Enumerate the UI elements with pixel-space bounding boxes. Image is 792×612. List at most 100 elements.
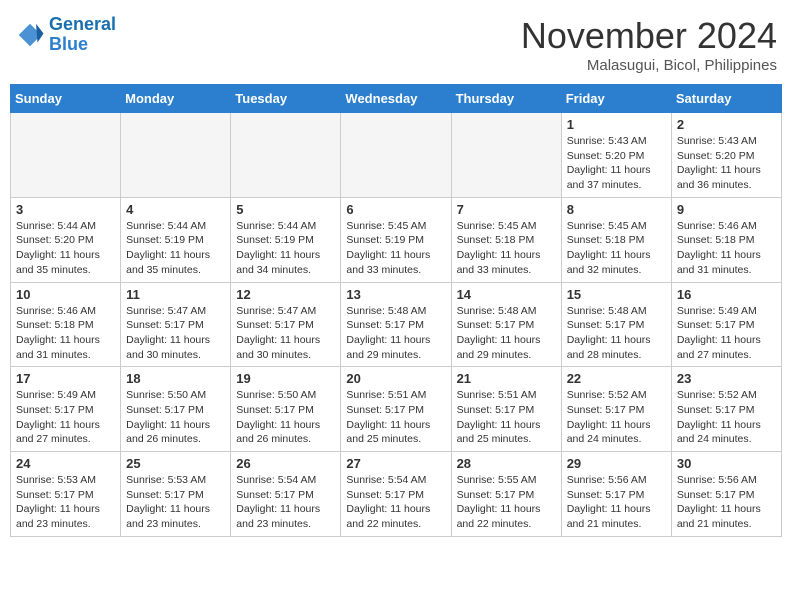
calendar-table: SundayMondayTuesdayWednesdayThursdayFrid… xyxy=(10,84,782,537)
calendar-cell: 22 Sunrise: 5:52 AMSunset: 5:17 PMDayligh… xyxy=(561,367,671,452)
calendar-cell: 12 Sunrise: 5:47 AMSunset: 5:17 PMDayligh… xyxy=(231,282,341,367)
calendar-cell: 19 Sunrise: 5:50 AMSunset: 5:17 PMDayligh… xyxy=(231,367,341,452)
day-info: Sunrise: 5:51 AMSunset: 5:17 PMDaylight:… xyxy=(457,388,556,447)
day-number: 10 xyxy=(16,287,115,302)
day-number: 20 xyxy=(346,371,445,386)
day-info: Sunrise: 5:55 AMSunset: 5:17 PMDaylight:… xyxy=(457,473,556,532)
calendar-cell: 30 Sunrise: 5:56 AMSunset: 5:17 PMDayligh… xyxy=(671,452,781,537)
calendar-cell: 25 Sunrise: 5:53 AMSunset: 5:17 PMDayligh… xyxy=(121,452,231,537)
calendar-week-1: 1 Sunrise: 5:43 AMSunset: 5:20 PMDaylight… xyxy=(11,113,782,198)
day-header-friday: Friday xyxy=(561,85,671,113)
day-number: 25 xyxy=(126,456,225,471)
calendar-cell: 26Sunrise: 5:54 AMSunset: 5:17 PMDayligh… xyxy=(231,452,341,537)
day-info: Sunrise: 5:45 AMSunset: 5:18 PMDaylight:… xyxy=(567,219,666,278)
day-info: Sunrise: 5:47 AMSunset: 5:17 PMDaylight:… xyxy=(236,304,335,363)
calendar-cell: 23 Sunrise: 5:52 AMSunset: 5:17 PMDayligh… xyxy=(671,367,781,452)
day-info: Sunrise: 5:43 AMSunset: 5:20 PMDaylight:… xyxy=(677,134,776,193)
day-info: Sunrise: 5:56 AMSunset: 5:17 PMDaylight:… xyxy=(677,473,776,532)
day-number: 8 xyxy=(567,202,666,217)
day-number: 12 xyxy=(236,287,335,302)
calendar-cell: 4 Sunrise: 5:44 AMSunset: 5:19 PMDaylight… xyxy=(121,197,231,282)
day-number: 7 xyxy=(457,202,556,217)
day-info: Sunrise: 5:46 AMSunset: 5:18 PMDaylight:… xyxy=(16,304,115,363)
day-info: Sunrise: 5:48 AMSunset: 5:17 PMDaylight:… xyxy=(567,304,666,363)
calendar-cell xyxy=(11,113,121,198)
day-info: Sunrise: 5:52 AMSunset: 5:17 PMDaylight:… xyxy=(567,388,666,447)
calendar-week-2: 3 Sunrise: 5:44 AMSunset: 5:20 PMDaylight… xyxy=(11,197,782,282)
day-number: 5 xyxy=(236,202,335,217)
calendar-cell: 2 Sunrise: 5:43 AMSunset: 5:20 PMDaylight… xyxy=(671,113,781,198)
day-number: 3 xyxy=(16,202,115,217)
calendar-cell: 16 Sunrise: 5:49 AMSunset: 5:17 PMDayligh… xyxy=(671,282,781,367)
day-number: 19 xyxy=(236,371,335,386)
day-info: Sunrise: 5:47 AMSunset: 5:17 PMDaylight:… xyxy=(126,304,225,363)
month-title: November 2024 xyxy=(521,15,777,57)
calendar-cell: 10 Sunrise: 5:46 AMSunset: 5:18 PMDayligh… xyxy=(11,282,121,367)
day-number: 6 xyxy=(346,202,445,217)
day-number: 2 xyxy=(677,117,776,132)
calendar-cell: 13Sunrise: 5:48 AMSunset: 5:17 PMDayligh… xyxy=(341,282,451,367)
day-number: 11 xyxy=(126,287,225,302)
day-number: 21 xyxy=(457,371,556,386)
day-number: 14 xyxy=(457,287,556,302)
day-info: Sunrise: 5:54 AMSunset: 5:17 PMDaylight:… xyxy=(346,473,445,532)
calendar-cell: 9Sunrise: 5:46 AMSunset: 5:18 PMDaylight… xyxy=(671,197,781,282)
day-info: Sunrise: 5:53 AMSunset: 5:17 PMDaylight:… xyxy=(126,473,225,532)
day-number: 1 xyxy=(567,117,666,132)
calendar-cell: 11 Sunrise: 5:47 AMSunset: 5:17 PMDayligh… xyxy=(121,282,231,367)
day-info: Sunrise: 5:52 AMSunset: 5:17 PMDaylight:… xyxy=(677,388,776,447)
calendar-cell: 20Sunrise: 5:51 AMSunset: 5:17 PMDayligh… xyxy=(341,367,451,452)
day-number: 27 xyxy=(346,456,445,471)
day-info: Sunrise: 5:44 AMSunset: 5:20 PMDaylight:… xyxy=(16,219,115,278)
calendar-cell: 17 Sunrise: 5:49 AMSunset: 5:17 PMDayligh… xyxy=(11,367,121,452)
day-info: Sunrise: 5:48 AMSunset: 5:17 PMDaylight:… xyxy=(457,304,556,363)
day-info: Sunrise: 5:56 AMSunset: 5:17 PMDaylight:… xyxy=(567,473,666,532)
day-number: 22 xyxy=(567,371,666,386)
calendar-cell: 27 Sunrise: 5:54 AMSunset: 5:17 PMDayligh… xyxy=(341,452,451,537)
calendar-cell xyxy=(341,113,451,198)
logo-icon xyxy=(15,20,45,50)
day-info: Sunrise: 5:50 AMSunset: 5:17 PMDaylight:… xyxy=(126,388,225,447)
calendar-cell: 14 Sunrise: 5:48 AMSunset: 5:17 PMDayligh… xyxy=(451,282,561,367)
day-info: Sunrise: 5:45 AMSunset: 5:19 PMDaylight:… xyxy=(346,219,445,278)
day-number: 23 xyxy=(677,371,776,386)
calendar-cell: 21 Sunrise: 5:51 AMSunset: 5:17 PMDayligh… xyxy=(451,367,561,452)
logo: General Blue xyxy=(15,15,116,55)
day-info: Sunrise: 5:44 AMSunset: 5:19 PMDaylight:… xyxy=(236,219,335,278)
day-info: Sunrise: 5:49 AMSunset: 5:17 PMDaylight:… xyxy=(677,304,776,363)
calendar-cell: 18Sunrise: 5:50 AMSunset: 5:17 PMDayligh… xyxy=(121,367,231,452)
day-header-saturday: Saturday xyxy=(671,85,781,113)
day-number: 28 xyxy=(457,456,556,471)
title-block: November 2024 Malasugui, Bicol, Philippi… xyxy=(521,15,777,74)
day-info: Sunrise: 5:45 AMSunset: 5:18 PMDaylight:… xyxy=(457,219,556,278)
calendar-cell: 24Sunrise: 5:53 AMSunset: 5:17 PMDayligh… xyxy=(11,452,121,537)
calendar-cell: 15 Sunrise: 5:48 AMSunset: 5:17 PMDayligh… xyxy=(561,282,671,367)
day-info: Sunrise: 5:50 AMSunset: 5:17 PMDaylight:… xyxy=(236,388,335,447)
calendar-week-5: 24Sunrise: 5:53 AMSunset: 5:17 PMDayligh… xyxy=(11,452,782,537)
day-number: 29 xyxy=(567,456,666,471)
day-number: 30 xyxy=(677,456,776,471)
day-number: 4 xyxy=(126,202,225,217)
calendar-cell: 28 Sunrise: 5:55 AMSunset: 5:17 PMDayligh… xyxy=(451,452,561,537)
calendar-cell xyxy=(451,113,561,198)
day-info: Sunrise: 5:54 AMSunset: 5:17 PMDaylight:… xyxy=(236,473,335,532)
day-header-sunday: Sunday xyxy=(11,85,121,113)
calendar-cell: 1 Sunrise: 5:43 AMSunset: 5:20 PMDaylight… xyxy=(561,113,671,198)
day-number: 17 xyxy=(16,371,115,386)
calendar-week-4: 17 Sunrise: 5:49 AMSunset: 5:17 PMDayligh… xyxy=(11,367,782,452)
day-number: 16 xyxy=(677,287,776,302)
calendar-cell: 8 Sunrise: 5:45 AMSunset: 5:18 PMDaylight… xyxy=(561,197,671,282)
calendar-cell: 7 Sunrise: 5:45 AMSunset: 5:18 PMDaylight… xyxy=(451,197,561,282)
day-info: Sunrise: 5:49 AMSunset: 5:17 PMDaylight:… xyxy=(16,388,115,447)
day-header-tuesday: Tuesday xyxy=(231,85,341,113)
calendar-cell: 5 Sunrise: 5:44 AMSunset: 5:19 PMDaylight… xyxy=(231,197,341,282)
day-number: 15 xyxy=(567,287,666,302)
calendar-cell: 29 Sunrise: 5:56 AMSunset: 5:17 PMDayligh… xyxy=(561,452,671,537)
day-info: Sunrise: 5:44 AMSunset: 5:19 PMDaylight:… xyxy=(126,219,225,278)
day-info: Sunrise: 5:48 AMSunset: 5:17 PMDaylight:… xyxy=(346,304,445,363)
day-header-thursday: Thursday xyxy=(451,85,561,113)
calendar-cell xyxy=(231,113,341,198)
page-header: General Blue November 2024 Malasugui, Bi… xyxy=(10,10,782,74)
day-info: Sunrise: 5:43 AMSunset: 5:20 PMDaylight:… xyxy=(567,134,666,193)
calendar-cell xyxy=(121,113,231,198)
